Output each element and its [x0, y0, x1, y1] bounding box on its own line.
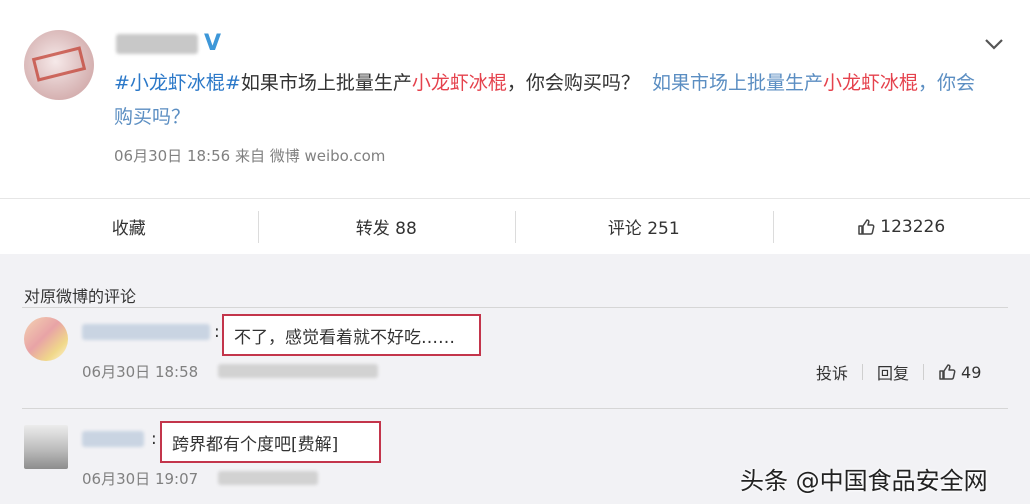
comment-actions: 投诉 回复 49	[816, 360, 981, 384]
favorite-button[interactable]: 收藏	[0, 199, 258, 254]
commenter-avatar[interactable]	[24, 425, 68, 469]
post-text-part: 如果市场上批量生产	[240, 72, 412, 94]
comment-text: 不了，感觉看着就不好吃……	[222, 314, 481, 356]
keyword-highlight: 小龙虾冰棍	[411, 72, 507, 94]
name-colon: :	[151, 429, 157, 449]
comment-device-blurred	[218, 471, 318, 485]
author-name-blurred[interactable]	[116, 34, 198, 54]
verified-icon: V	[204, 31, 222, 56]
weibo-post-card: V #小龙虾冰棍#如果市场上批量生产小龙虾冰棍，你会购买吗？ 如果市场上批量生产…	[0, 0, 1030, 198]
commenter-name-blurred[interactable]	[82, 431, 144, 447]
comment-time: 06月30日 19:07	[82, 470, 199, 488]
thumbs-up-icon	[939, 364, 956, 380]
action-bar: 收藏 转发 88 评论 251 123226	[0, 198, 1030, 254]
comments-section-title: 对原微博的评论	[24, 287, 137, 306]
repost-button[interactable]: 转发 88	[257, 199, 516, 254]
watermark: 头条 @中国食品安全网	[740, 467, 988, 495]
post-meta: 06月30日 18:56 来自 微博 weibo.com	[114, 147, 386, 165]
divider	[22, 408, 1008, 409]
comment-text: 跨界都有个度吧[费解]	[160, 421, 381, 463]
commenter-avatar[interactable]	[24, 317, 68, 361]
commenter-name-blurred[interactable]	[82, 324, 210, 340]
report-button[interactable]: 投诉	[816, 360, 848, 384]
post-text-part: ，你会购买吗？	[506, 72, 640, 94]
separator	[923, 364, 925, 380]
comment-like-button[interactable]: 49	[938, 363, 981, 382]
like-button[interactable]: 123226	[772, 199, 1030, 254]
author-avatar[interactable]	[24, 30, 94, 100]
comment-button[interactable]: 评论 251	[515, 199, 773, 254]
hashtag-link[interactable]: #小龙虾冰棍#	[114, 72, 241, 94]
name-colon: :	[214, 322, 220, 342]
comment-time: 06月30日 18:58	[82, 363, 199, 381]
chevron-down-icon[interactable]	[982, 34, 1006, 54]
comment-device-blurred	[218, 364, 378, 378]
separator	[862, 364, 864, 380]
post-text: #小龙虾冰棍#如果市场上批量生产小龙虾冰棍，你会购买吗？ 如果市场上批量生产小龙…	[114, 66, 984, 134]
thumbs-up-icon	[858, 218, 875, 235]
reply-button[interactable]: 回复	[877, 360, 909, 384]
divider	[22, 307, 1008, 308]
